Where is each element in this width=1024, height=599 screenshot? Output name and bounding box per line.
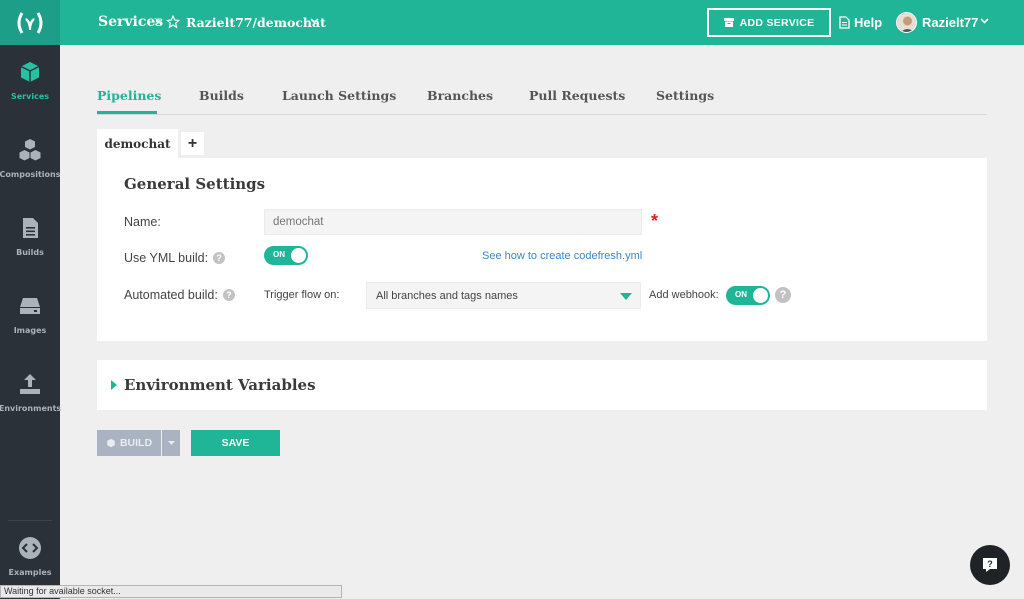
avatar[interactable] [896, 12, 917, 33]
chevron-down-icon[interactable] [310, 18, 319, 24]
name-row: Name: [124, 215, 161, 229]
browser-status-bar: Waiting for available socket... [0, 585, 342, 598]
star-icon[interactable] [166, 15, 180, 29]
hard-drive-icon [20, 298, 40, 314]
sidebar-item-label: Services [10, 92, 50, 101]
yml-row: Use YML build: ? [124, 251, 226, 265]
trigger-label: Trigger flow on: [264, 289, 340, 301]
save-button[interactable]: SAVE [191, 430, 280, 456]
automated-label: Automated build: [124, 288, 218, 302]
sidebar-item-images[interactable]: Images [0, 294, 60, 356]
webhook-toggle[interactable]: ON [726, 286, 770, 305]
toggle-knob [753, 288, 768, 303]
help-question-icon[interactable]: ? [775, 287, 791, 303]
pipeline-tab-demochat[interactable]: demochat [97, 129, 178, 159]
upload-icon [20, 374, 40, 394]
section-title: General Settings [124, 175, 266, 193]
toggle-state: ON [273, 250, 285, 259]
cube-icon [20, 62, 40, 82]
cubes-icon [19, 139, 41, 161]
sidebar-item-label: Builds [16, 248, 44, 257]
help-question-icon[interactable]: ? [222, 289, 235, 301]
tab-pipelines[interactable]: Pipelines [97, 88, 161, 103]
build-dropdown-button[interactable] [162, 430, 180, 456]
tab-branches[interactable]: Branches [427, 88, 493, 103]
help-link[interactable]: Help [839, 15, 882, 30]
sidebar-item-compositions[interactable]: Compositions [0, 138, 60, 200]
webhook-label: Add webhook: [649, 289, 719, 301]
breadcrumb-repo[interactable]: Razielt77/demochat [186, 15, 326, 30]
breadcrumb-separator: > [154, 13, 163, 29]
caret-down-icon [167, 441, 175, 445]
tab-builds[interactable]: Builds [199, 88, 244, 103]
help-question-icon[interactable]: ? [213, 252, 226, 264]
section-title: Environment Variables [124, 376, 316, 394]
sidebar-item-label: Images [13, 326, 47, 335]
logo-icon [17, 11, 43, 34]
active-tab-indicator [97, 111, 157, 114]
top-bar: Services > Razielt77/demochat ADD SERVIC… [60, 0, 1024, 45]
add-pipeline-button[interactable]: + [181, 132, 204, 155]
yml-build-toggle[interactable]: ON [264, 246, 308, 265]
sidebar-divider [8, 520, 52, 521]
tab-pull-requests[interactable]: Pull Requests [529, 88, 625, 103]
trigger-select[interactable]: All branches and tags names [366, 282, 641, 309]
sidebar-item-label: Compositions [0, 170, 61, 179]
sidebar-item-services[interactable]: Services [0, 60, 60, 122]
build-label: BUILD [119, 437, 153, 449]
chat-question-icon: ? [983, 558, 997, 572]
build-button[interactable]: BUILD [97, 430, 161, 456]
trigger-value: All branches and tags names [376, 289, 518, 302]
add-service-label: ADD SERVICE [739, 16, 815, 29]
sidebar-item-builds[interactable]: Builds [0, 216, 60, 278]
username[interactable]: Razielt77 [922, 15, 978, 30]
help-label: Help [854, 15, 883, 30]
expand-caret-icon [111, 380, 117, 390]
tab-settings[interactable]: Settings [656, 88, 714, 103]
box-icon [723, 18, 734, 27]
yml-label: Use YML build: [124, 251, 209, 265]
codefresh-logo[interactable] [0, 0, 60, 45]
toggle-state: ON [735, 290, 747, 299]
toggle-knob [291, 248, 306, 263]
chevron-down-icon[interactable] [980, 18, 989, 24]
general-settings-card: General Settings Name: * Use YML build: … [97, 158, 987, 341]
add-service-button[interactable]: ADD SERVICE [707, 8, 831, 37]
help-doc-icon [839, 16, 850, 29]
required-mark: * [651, 211, 659, 231]
code-icon [19, 537, 41, 559]
name-field[interactable] [264, 209, 642, 235]
sidebar-item-environments[interactable]: Environments [0, 372, 62, 434]
automated-row: Automated build: ? [124, 288, 235, 302]
name-label: Name: [124, 215, 161, 229]
dropdown-caret-icon [620, 293, 632, 300]
cube-icon [107, 438, 115, 448]
tab-launch-settings[interactable]: Launch Settings [282, 88, 396, 103]
chat-support-button[interactable]: ? [970, 545, 1010, 585]
yml-help-link[interactable]: See how to create codefresh.yml [482, 250, 642, 262]
sidebar-item-label: Environments [0, 404, 62, 413]
tab-bar: Pipelines Builds Launch Settings Branche… [97, 88, 987, 115]
document-icon [23, 218, 38, 238]
user-avatar-icon [897, 13, 916, 32]
svg-text:?: ? [987, 559, 993, 569]
sidebar: Services Compositions Builds Images Envi… [0, 0, 62, 599]
sidebar-item-label: Examples [8, 568, 52, 577]
environment-variables-section[interactable]: Environment Variables [97, 360, 987, 410]
